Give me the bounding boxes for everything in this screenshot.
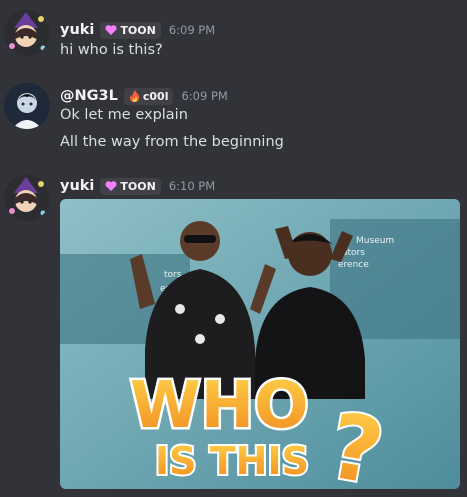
message-2: @NG3L c00l 6:09 PM Ok let me explain All… (0, 80, 467, 160)
server-tag[interactable]: c00l (123, 87, 174, 105)
avatar-character-icon (4, 83, 50, 129)
message-header: @NG3L c00l 6:09 PM (60, 86, 228, 106)
title-line2: IS THIS (155, 439, 309, 483)
timestamp: 6:09 PM (181, 89, 228, 103)
server-tag-label: TOON (120, 23, 156, 37)
background-sign-text: Museum (356, 236, 394, 246)
background-sign-text: erence (338, 260, 369, 270)
thumbnail-image: tors erence Museum ators erence WHO IS T… (60, 199, 460, 489)
avatar-ng3l[interactable] (4, 83, 50, 129)
message-1: yuki TOON 6:09 PM hi who is this? (0, 0, 467, 70)
server-tag[interactable]: TOON (100, 177, 161, 195)
server-tag[interactable]: TOON (100, 21, 161, 39)
username[interactable]: yuki (60, 178, 94, 194)
server-tag-label: TOON (120, 179, 156, 193)
image-attachment[interactable]: tors erence Museum ators erence WHO IS T… (60, 199, 460, 489)
username[interactable]: yuki (60, 22, 94, 38)
avatar-witch-icon (4, 10, 50, 56)
heart-icon (105, 181, 117, 191)
username[interactable]: @NG3L (60, 88, 118, 104)
title-line1: WHO (130, 369, 309, 443)
fire-icon (129, 90, 140, 102)
message-header: yuki TOON 6:09 PM (60, 20, 215, 40)
message-header: yuki TOON 6:10 PM (60, 176, 215, 196)
avatar-witch-icon (4, 175, 50, 221)
avatar-yuki[interactable] (4, 175, 50, 221)
message-text: All the way from the beginning (60, 134, 284, 150)
avatar-yuki[interactable] (4, 10, 50, 56)
server-tag-label: c00l (142, 89, 169, 103)
message-text: Ok let me explain (60, 107, 188, 123)
message-text: hi who is this? (60, 42, 163, 58)
heart-icon (105, 25, 117, 35)
timestamp: 6:09 PM (168, 23, 216, 37)
timestamp: 6:10 PM (168, 179, 216, 193)
